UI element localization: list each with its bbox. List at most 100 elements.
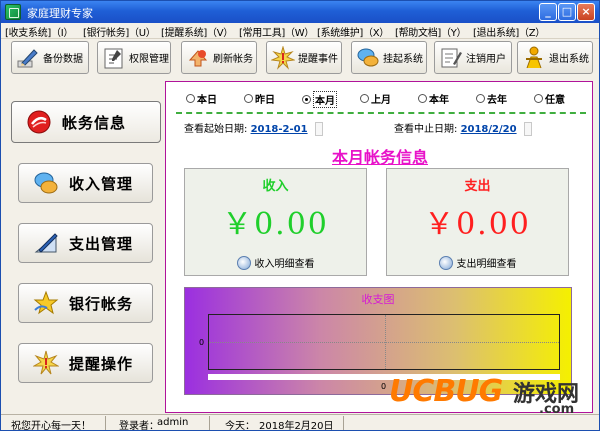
toolbar: 备份数据 权限管理 刷新帐务 提醒事件 挂起系统 注销用户 退出系统 bbox=[1, 38, 599, 78]
income-title: 收入 bbox=[262, 179, 289, 194]
panel-title: 本月帐务信息 bbox=[331, 148, 428, 167]
status-separator bbox=[209, 416, 210, 430]
account-info-panel: 本日 昨日 本月 上月 本年 去年 任意 查看起始日期: 2018-2-01 查… bbox=[165, 81, 593, 413]
window-title: 家庭理财专家 bbox=[27, 7, 93, 20]
income-amount: ￥0.00 bbox=[222, 207, 329, 242]
menu-maintenance[interactable]: [系统维护]（X） bbox=[317, 24, 389, 39]
status-user: admin bbox=[157, 417, 189, 428]
chart-plot-area bbox=[208, 314, 560, 370]
period-this-month-label: 本月 bbox=[313, 91, 337, 108]
reminder-events-label: 提醒事件 bbox=[298, 54, 338, 65]
nav-account-info[interactable]: 帐务信息 bbox=[11, 101, 161, 143]
period-yesterday-radio[interactable]: 昨日 bbox=[244, 91, 275, 106]
watermark-logo: UCBUG 游戏网 .com bbox=[389, 374, 595, 417]
period-last-year-radio[interactable]: 去年 bbox=[476, 91, 507, 106]
expense-amount: ￥0.00 bbox=[424, 207, 531, 242]
close-button[interactable]: × bbox=[577, 3, 595, 21]
radio-dot bbox=[360, 94, 369, 103]
person-icon bbox=[522, 46, 546, 70]
period-today-radio[interactable]: 本日 bbox=[186, 91, 217, 106]
refresh-accounts-button[interactable]: 刷新帐务 bbox=[181, 41, 257, 74]
start-date-spinner[interactable] bbox=[314, 122, 323, 136]
end-date-label: 查看中止日期: bbox=[394, 124, 458, 135]
exit-system-button[interactable]: 退出系统 bbox=[517, 41, 593, 74]
backup-label: 备份数据 bbox=[43, 54, 83, 65]
reminder-events-button[interactable]: 提醒事件 bbox=[266, 41, 342, 74]
chart-title: 收支图 bbox=[361, 293, 395, 306]
period-custom-label: 任意 bbox=[545, 95, 565, 106]
suspend-system-button[interactable]: 挂起系统 bbox=[351, 41, 427, 74]
left-navigation: 帐务信息 收入管理 支出管理 银行帐务 提醒操作 bbox=[1, 83, 163, 413]
chat-bubble-icon bbox=[33, 170, 59, 196]
income-detail-link[interactable]: 收入明细查看 bbox=[185, 255, 366, 270]
radio-dot bbox=[302, 95, 311, 104]
chart-y-tick: 0 bbox=[199, 338, 205, 347]
radio-dot bbox=[244, 94, 253, 103]
nav-expense-management-label: 支出管理 bbox=[69, 234, 134, 253]
period-this-year-label: 本年 bbox=[429, 95, 449, 106]
nav-reminder-operations[interactable]: 提醒操作 bbox=[18, 343, 153, 383]
nav-bank-accounts[interactable]: 银行帐务 bbox=[18, 283, 153, 323]
radio-dot bbox=[534, 94, 543, 103]
period-last-month-radio[interactable]: 上月 bbox=[360, 91, 391, 106]
chart-x-tick: 0 bbox=[381, 382, 387, 391]
period-this-month-radio[interactable]: 本月 bbox=[302, 91, 337, 108]
minimize-button[interactable]: _ bbox=[539, 3, 557, 21]
period-custom-radio[interactable]: 任意 bbox=[534, 91, 565, 106]
menu-tools[interactable]: [常用工具]（W） bbox=[239, 24, 314, 39]
menu-reminder-system[interactable]: [提醒系统]（V） bbox=[161, 24, 233, 39]
chart-gridline bbox=[209, 342, 559, 343]
period-last-month-label: 上月 bbox=[371, 95, 391, 106]
end-date-row: 查看中止日期: 2018/2/20 bbox=[394, 120, 532, 136]
key-icon bbox=[102, 46, 126, 70]
permissions-button[interactable]: 权限管理 bbox=[97, 41, 171, 74]
logout-user-button[interactable]: 注销用户 bbox=[434, 41, 512, 74]
status-bar: 祝您开心每一天！ 登录者： admin 今天： 2018年2月20日 bbox=[1, 414, 599, 431]
period-selector: 本日 昨日 本月 上月 本年 去年 任意 bbox=[176, 88, 586, 108]
nav-account-info-label: 帐务信息 bbox=[62, 113, 127, 132]
expense-box: 支出 ￥0.00 支出明细查看 bbox=[386, 168, 569, 276]
nav-expense-management[interactable]: 支出管理 bbox=[18, 223, 153, 263]
backup-button[interactable]: 备份数据 bbox=[11, 41, 89, 74]
menu-revenue-system[interactable]: [收支系统]（I） bbox=[5, 24, 73, 39]
ledger-icon bbox=[26, 109, 52, 135]
title-bar[interactable]: 家庭理财专家 _ □ × bbox=[1, 1, 599, 23]
period-this-year-radio[interactable]: 本年 bbox=[418, 91, 449, 106]
menu-help[interactable]: [帮助文档]（Y） bbox=[395, 24, 467, 39]
app-icon bbox=[5, 4, 21, 20]
expense-detail-label: 支出明细查看 bbox=[456, 259, 517, 270]
status-separator bbox=[105, 416, 106, 430]
start-date-value[interactable]: 2018-2-01 bbox=[251, 124, 308, 135]
end-date-value[interactable]: 2018/2/20 bbox=[461, 124, 517, 135]
refresh-icon bbox=[186, 46, 210, 70]
start-date-row: 查看起始日期: 2018-2-01 bbox=[184, 120, 323, 136]
exit-system-label: 退出系统 bbox=[549, 54, 589, 65]
status-separator bbox=[343, 416, 344, 430]
star-burst-icon bbox=[270, 44, 296, 70]
nav-income-management[interactable]: 收入管理 bbox=[18, 163, 153, 203]
menu-bank-accounts[interactable]: [银行帐务]（U） bbox=[83, 24, 156, 39]
radio-dot bbox=[186, 94, 195, 103]
radio-dot bbox=[418, 94, 427, 103]
period-last-year-label: 去年 bbox=[487, 95, 507, 106]
status-greeting: 祝您开心每一天！ bbox=[11, 421, 91, 431]
income-detail-label: 收入明细查看 bbox=[254, 259, 315, 270]
end-date-spinner[interactable] bbox=[523, 122, 532, 136]
expense-detail-link[interactable]: 支出明细查看 bbox=[387, 255, 568, 270]
maximize-button[interactable]: □ bbox=[558, 3, 576, 21]
period-yesterday-label: 昨日 bbox=[255, 95, 275, 106]
expense-title: 支出 bbox=[464, 179, 491, 194]
permissions-label: 权限管理 bbox=[129, 54, 169, 65]
start-date-label: 查看起始日期: bbox=[184, 124, 248, 135]
detail-icon bbox=[236, 255, 251, 270]
logout-user-label: 注销用户 bbox=[466, 54, 506, 65]
pen-icon bbox=[16, 46, 40, 70]
menu-exit[interactable]: [退出系统]（Z） bbox=[473, 24, 545, 39]
watermark-brand: UCBUG bbox=[389, 374, 503, 409]
status-login-label: 登录者： bbox=[119, 421, 159, 431]
income-box: 收入 ￥0.00 收入明细查看 bbox=[184, 168, 367, 276]
detail-icon bbox=[438, 255, 453, 270]
period-today-label: 本日 bbox=[197, 95, 217, 106]
menu-bar: [收支系统]（I） [银行帐务]（U） [提醒系统]（V） [常用工具]（W） … bbox=[1, 23, 599, 39]
suspend-system-label: 挂起系统 bbox=[383, 54, 423, 65]
